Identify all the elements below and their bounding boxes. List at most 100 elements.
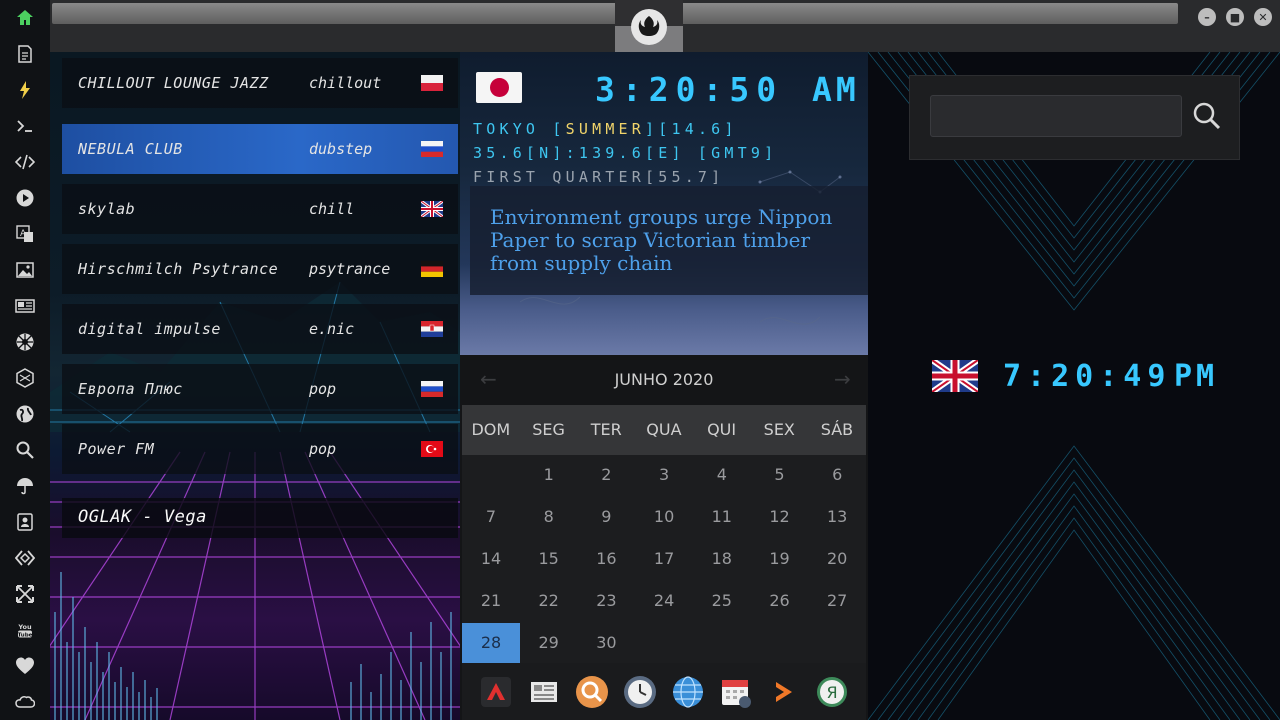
title-bar: – ■ ✕ [50, 0, 1280, 52]
calendar-day[interactable]: 9 [577, 497, 635, 537]
calendar-day[interactable]: 5 [751, 455, 809, 495]
contacts-icon[interactable] [13, 510, 37, 534]
calendar-day[interactable]: 17 [635, 539, 693, 579]
station-name: skylab [78, 200, 136, 218]
terminal-icon[interactable] [13, 114, 37, 138]
umbrella-icon[interactable] [13, 474, 37, 498]
terminal-arrow-icon[interactable] [767, 674, 802, 709]
image-icon[interactable] [13, 258, 37, 282]
svg-text:You: You [17, 623, 32, 631]
calendar-day[interactable]: 19 [751, 539, 809, 579]
russia-flag-icon [421, 381, 443, 397]
close-button[interactable]: ✕ [1254, 8, 1272, 26]
station-genre: dubstep [309, 140, 373, 158]
center-panel: 3:20:50 AM TOKYO [SUMMER][14.6] 35.6[N]:… [460, 52, 868, 720]
calendar-day[interactable]: 29 [520, 623, 578, 663]
calendar-day[interactable]: 4 [693, 455, 751, 495]
station-item[interactable]: Европа Плюс pop [62, 364, 458, 414]
calendar-day[interactable]: 21 [462, 581, 520, 621]
home-icon[interactable] [13, 6, 37, 30]
calendar-app-icon[interactable] [719, 674, 754, 709]
logo-tab[interactable] [615, 0, 683, 52]
station-item[interactable]: Hirschmilch Psytrance psytrance [62, 244, 458, 294]
calendar-day[interactable]: 18 [693, 539, 751, 579]
document-icon[interactable] [13, 42, 37, 66]
calendar-day[interactable]: 24 [635, 581, 693, 621]
station-genre: pop [309, 440, 337, 458]
russia-flag-icon [421, 141, 443, 157]
croatia-flag-icon [421, 321, 443, 337]
calendar-day[interactable]: 6 [808, 455, 866, 495]
calendar-day[interactable]: 13 [808, 497, 866, 537]
expand-icon[interactable] [13, 582, 37, 606]
tokyo-temp: ][14.6] [645, 120, 738, 138]
cloud-icon[interactable] [13, 690, 37, 714]
calendar-next-icon[interactable]: → [834, 367, 851, 391]
clock-app-icon[interactable] [623, 674, 658, 709]
tokyo-coords: 35.6[N]:139.6[E] [GMT9] [473, 144, 778, 162]
search-widget [909, 75, 1240, 160]
calendar-day[interactable]: 25 [693, 581, 751, 621]
play-icon[interactable] [13, 186, 37, 210]
minimize-button[interactable]: – [1198, 8, 1216, 26]
calendar-day[interactable]: 20 [808, 539, 866, 579]
youtube-icon[interactable]: You Tube [13, 618, 37, 642]
station-item[interactable]: Power FM pop [62, 424, 458, 474]
search-app-icon[interactable] [575, 674, 610, 709]
calendar-day[interactable]: 27 [808, 581, 866, 621]
search-icon[interactable] [1191, 100, 1223, 132]
calendar-day-today[interactable]: 28 [462, 623, 520, 663]
station-item[interactable]: CHILLOUT LOUNGE JAZZ chillout [62, 58, 458, 108]
search-input[interactable] [930, 95, 1182, 137]
translate-icon[interactable]: A [13, 222, 37, 246]
empire-icon[interactable] [13, 330, 37, 354]
desktop-app: A You Tube – ■ ✕ CHILLOUT LOUNGE JAZZ ch… [0, 0, 1280, 720]
bolt-icon[interactable] [13, 78, 37, 102]
news-headline[interactable]: Environment groups urge Nippon Paper to … [490, 206, 860, 275]
calendar-day[interactable]: 26 [751, 581, 809, 621]
weekday-label: SEX [763, 420, 795, 439]
calendar-day[interactable]: 14 [462, 539, 520, 579]
right-panel: 7:20:49 PM [868, 52, 1280, 720]
newspaper-icon[interactable] [527, 674, 562, 709]
station-name: NEBULA CLUB [78, 140, 183, 158]
calendar-day[interactable]: 30 [577, 623, 635, 663]
code-icon[interactable] [13, 150, 37, 174]
yandex-icon[interactable]: Я [815, 674, 850, 709]
station-item[interactable]: skylab chill [62, 184, 458, 234]
weekday-label: DOM [471, 420, 511, 439]
calendar-day[interactable]: 11 [693, 497, 751, 537]
maximize-button[interactable]: ■ [1226, 8, 1244, 26]
station-item[interactable]: digital impulse e.nic [62, 304, 458, 354]
news-icon[interactable] [13, 294, 37, 318]
station-name: CHILLOUT LOUNGE JAZZ [78, 74, 269, 92]
calendar-day[interactable]: 8 [520, 497, 578, 537]
calendar-day[interactable]: 15 [520, 539, 578, 579]
radio-panel: CHILLOUT LOUNGE JAZZ chillout NEBULA CLU… [50, 52, 460, 720]
globe-browser-icon[interactable] [671, 674, 706, 709]
globe-icon[interactable] [13, 402, 37, 426]
station-item[interactable]: NEBULA CLUB dubstep [62, 124, 458, 174]
search-icon[interactable] [13, 438, 37, 462]
calendar-day[interactable]: 10 [635, 497, 693, 537]
calendar-day[interactable]: 12 [751, 497, 809, 537]
calendar-day[interactable]: 22 [520, 581, 578, 621]
calendar-widget: ← JUNHO 2020 → DOM SEG TER QUA QUI SEX S… [462, 355, 866, 663]
calendar-day[interactable]: 23 [577, 581, 635, 621]
calendar-day[interactable]: 3 [635, 455, 693, 495]
calendar-day[interactable]: 7 [462, 497, 520, 537]
calendar-day[interactable]: 1 [520, 455, 578, 495]
station-name: Европа Плюс [78, 380, 183, 398]
station-genre: psytrance [309, 260, 391, 278]
diamond-code-icon[interactable] [13, 546, 37, 570]
svg-text:Я: Я [826, 683, 837, 702]
tokyo-moon-phase: FIRST QUARTER[55.7] [473, 168, 725, 186]
heart-icon[interactable] [13, 654, 37, 678]
hexagon-icon[interactable] [13, 366, 37, 390]
news-card[interactable]: Environment groups urge Nippon Paper to … [470, 186, 868, 295]
tokyo-ampm: AM [812, 70, 860, 109]
aptana-icon[interactable] [479, 674, 514, 709]
calendar-day[interactable]: 16 [577, 539, 635, 579]
calendar-day[interactable]: 2 [577, 455, 635, 495]
station-genre: chillout [309, 74, 382, 92]
